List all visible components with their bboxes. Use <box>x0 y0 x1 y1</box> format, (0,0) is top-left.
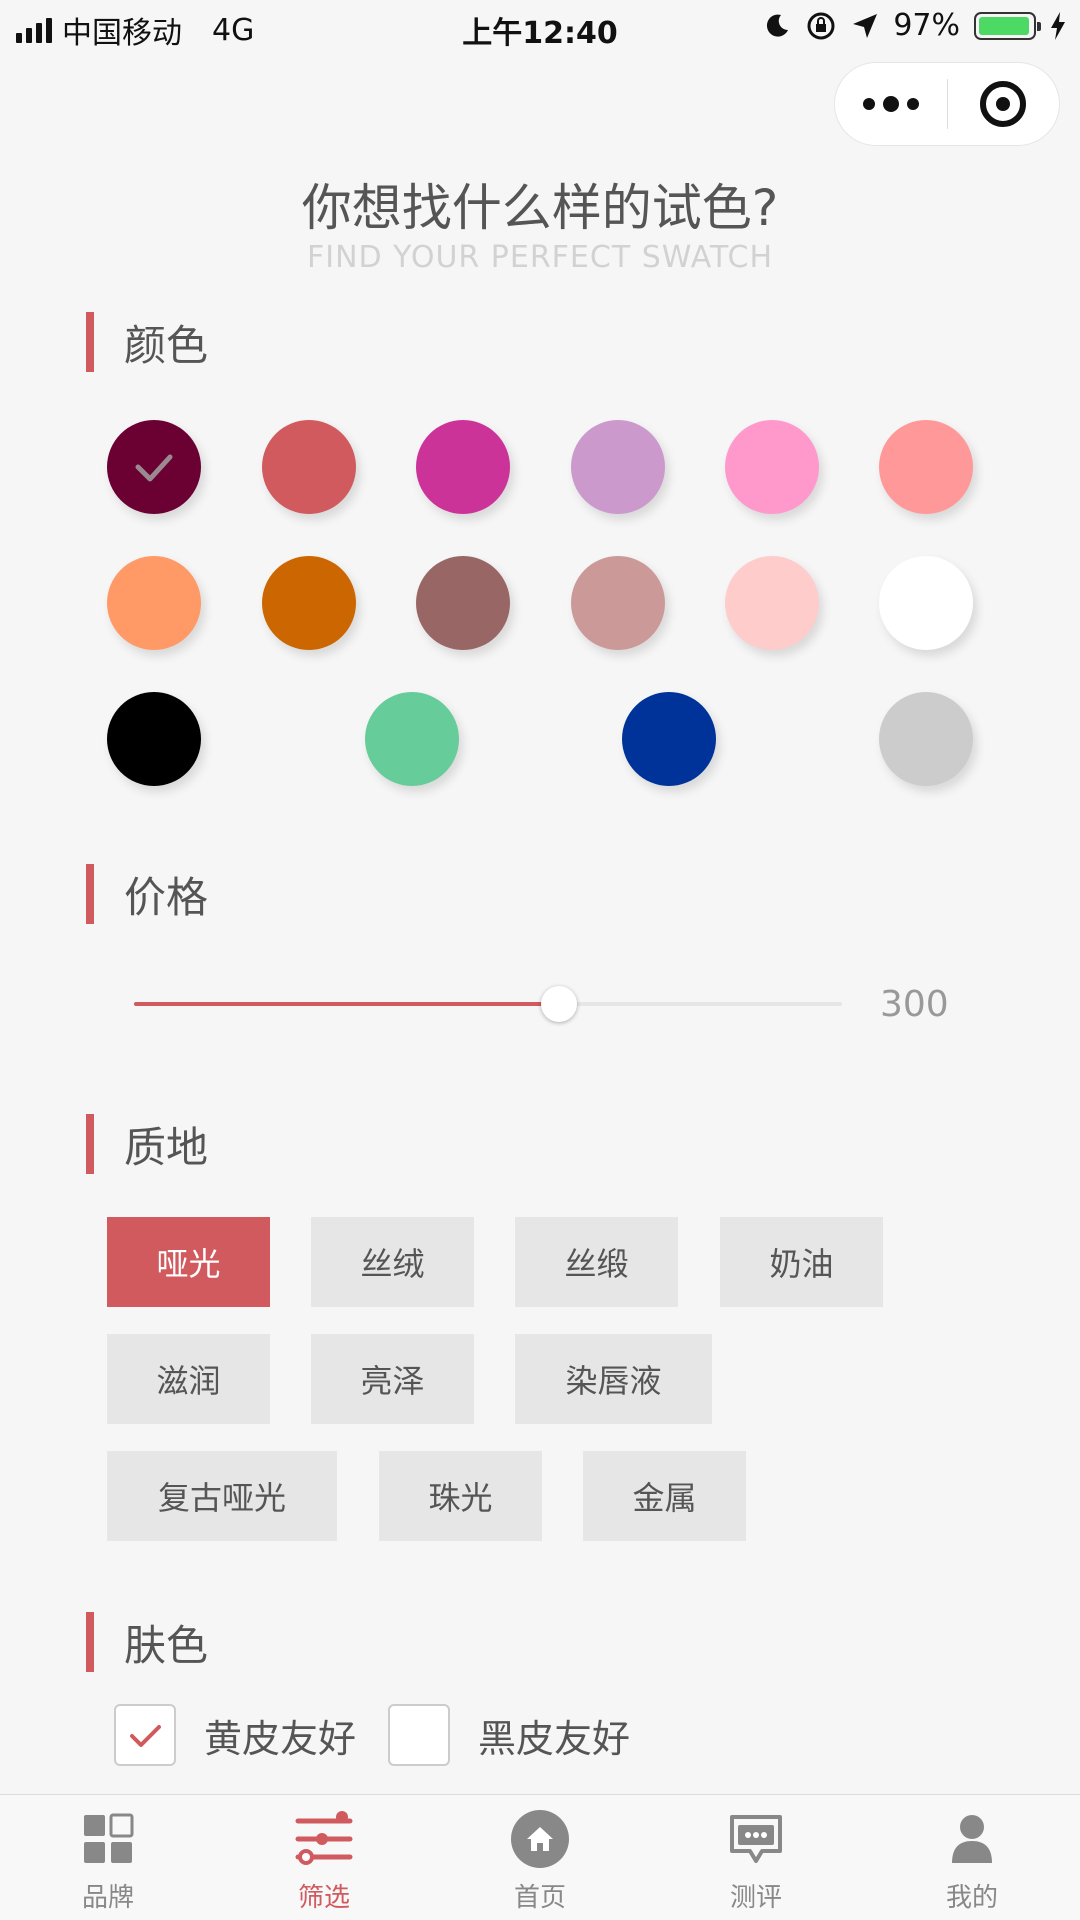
texture-section-header: 质地 <box>86 1114 208 1174</box>
color-swatch[interactable] <box>262 556 356 650</box>
color-section-header: 颜色 <box>86 312 208 372</box>
texture-chip[interactable]: 丝绒 <box>311 1217 474 1307</box>
color-swatch[interactable] <box>416 420 510 514</box>
slider-fill <box>134 1002 559 1006</box>
skin-option-yellow[interactable]: 黄皮友好 <box>114 1704 356 1766</box>
tab-label: 首页 <box>513 1883 566 1913</box>
close-target-icon[interactable] <box>948 63 1060 145</box>
color-section-label: 颜色 <box>124 320 209 370</box>
tab-label: 品牌 <box>81 1883 134 1913</box>
texture-chip[interactable]: 丝缎 <box>515 1217 678 1307</box>
tab-label: 我的 <box>945 1883 998 1913</box>
tab-mine[interactable]: 我的 <box>864 1795 1080 1920</box>
check-icon <box>130 1725 161 1747</box>
color-swatch[interactable] <box>571 420 665 514</box>
page-title: 你想找什么样的试色? <box>301 179 779 237</box>
user-icon <box>942 1809 1002 1869</box>
color-swatch[interactable] <box>107 556 201 650</box>
skin-section-label: 肤色 <box>124 1620 209 1670</box>
battery-icon <box>974 11 1041 40</box>
home-icon <box>510 1809 570 1869</box>
skin-section-header: 肤色 <box>86 1612 208 1672</box>
skin-option-dark[interactable]: 黑皮友好 <box>388 1704 630 1766</box>
tab-label: 筛选 <box>297 1883 350 1913</box>
color-swatch[interactable] <box>622 692 716 786</box>
color-swatch[interactable] <box>879 692 973 786</box>
color-swatch[interactable] <box>571 556 665 650</box>
texture-chip[interactable]: 亮泽 <box>311 1334 474 1424</box>
color-swatch[interactable] <box>107 692 201 786</box>
texture-chip[interactable]: 奶油 <box>720 1217 883 1307</box>
filter-icon <box>294 1809 354 1869</box>
checkbox-label: 黄皮友好 <box>204 1716 357 1761</box>
texture-chip[interactable]: 珠光 <box>379 1451 542 1541</box>
price-value: 300 <box>880 984 949 1025</box>
color-swatch[interactable] <box>365 692 459 786</box>
color-swatch[interactable] <box>107 420 201 514</box>
slider-thumb[interactable] <box>540 986 577 1022</box>
checkbox[interactable] <box>388 1704 450 1766</box>
battery-percent: 97% <box>893 8 960 43</box>
status-bar: 中国移动 4G 上午12:40 97% <box>0 0 1080 54</box>
grid-icon <box>78 1809 138 1869</box>
texture-section-label: 质地 <box>124 1122 209 1172</box>
miniprogram-capsule <box>834 62 1060 146</box>
tab-filter[interactable]: 筛选 <box>216 1795 432 1920</box>
section-accent-bar <box>86 312 94 372</box>
color-swatch[interactable] <box>879 556 973 650</box>
texture-chip[interactable]: 染唇液 <box>515 1334 712 1424</box>
section-accent-bar <box>86 1114 94 1174</box>
texture-chip[interactable]: 滋润 <box>107 1334 270 1424</box>
section-accent-bar <box>86 1612 94 1672</box>
color-swatch[interactable] <box>725 420 819 514</box>
texture-chip[interactable]: 金属 <box>583 1451 746 1541</box>
checkbox[interactable] <box>114 1704 176 1766</box>
moon-icon <box>767 14 789 37</box>
section-accent-bar <box>86 864 94 924</box>
tab-home[interactable]: 首页 <box>432 1795 648 1920</box>
more-icon[interactable] <box>835 63 947 145</box>
price-slider[interactable] <box>134 986 842 1022</box>
texture-chip[interactable]: 复古哑光 <box>107 1451 337 1541</box>
color-swatch[interactable] <box>725 556 819 650</box>
color-swatch[interactable] <box>879 420 973 514</box>
charging-icon <box>1051 11 1065 40</box>
price-section-label: 价格 <box>124 872 209 922</box>
orientation-lock-icon <box>807 12 835 39</box>
check-icon <box>135 454 173 482</box>
tab-label: 测评 <box>729 1883 782 1913</box>
color-swatch[interactable] <box>416 556 510 650</box>
price-section-header: 价格 <box>86 864 208 924</box>
tab-brand[interactable]: 品牌 <box>0 1795 216 1920</box>
color-swatch[interactable] <box>262 420 356 514</box>
location-arrow-icon <box>853 13 878 38</box>
review-icon <box>726 1809 786 1869</box>
checkbox-label: 黑皮友好 <box>478 1716 631 1761</box>
bottom-tab-bar: 品牌 筛选 首页 测评 我的 <box>0 1794 1080 1920</box>
tab-review[interactable]: 测评 <box>648 1795 864 1920</box>
texture-chip[interactable]: 哑光 <box>107 1217 270 1307</box>
page-subtitle: FIND YOUR PERFECT SWATCH <box>306 240 774 275</box>
